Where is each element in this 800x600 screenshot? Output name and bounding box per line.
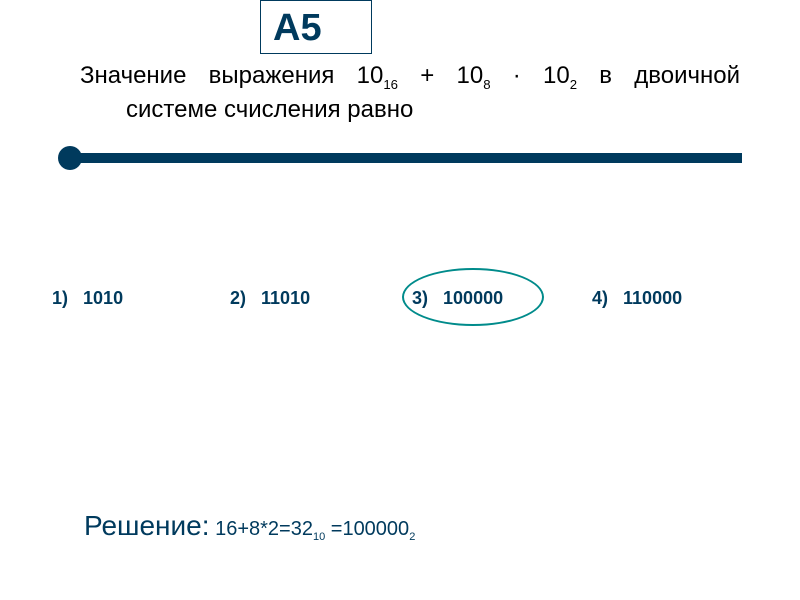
q-sub-2: 8 xyxy=(483,77,490,92)
q-text-d: в двоичной xyxy=(577,62,740,89)
q-sub-1: 16 xyxy=(383,77,398,92)
section-divider xyxy=(58,146,742,170)
question-line-2: системе счисления равно xyxy=(80,94,740,126)
option-2-num: 2) xyxy=(230,288,246,308)
q-text-c: · 10 xyxy=(491,62,570,89)
correct-answer-circle-icon xyxy=(402,268,544,326)
option-2-value: 11010 xyxy=(261,288,310,308)
option-1-num: 1) xyxy=(52,288,68,308)
solution-text: Решение: 16+8*2=3210 =1000002 xyxy=(84,510,415,543)
q-text-a: Значение выражения 10 xyxy=(80,62,383,89)
solution-expr-a: 16+8*2=32 xyxy=(210,518,313,540)
option-4: 4) 110000 xyxy=(592,288,682,309)
divider-bar xyxy=(70,153,742,163)
solution-sub-1: 10 xyxy=(313,531,325,543)
option-4-num: 4) xyxy=(592,288,608,308)
option-1-value: 1010 xyxy=(83,288,123,308)
solution-expr-b: =100000 xyxy=(325,518,409,540)
question-text: Значение выражения 1016 + 108 · 102 в дв… xyxy=(80,60,740,126)
q-text-b: + 10 xyxy=(398,62,483,89)
solution-sub-2: 2 xyxy=(409,531,415,543)
slide: А5 Значение выражения 1016 + 108 · 102 в… xyxy=(0,0,800,600)
option-2: 2) 11010 xyxy=(230,288,310,309)
q-sub-3: 2 xyxy=(570,77,577,92)
option-4-value: 110000 xyxy=(623,288,682,308)
option-1: 1) 1010 xyxy=(52,288,123,309)
question-badge: А5 xyxy=(260,0,372,54)
question-line-1: Значение выражения 1016 + 108 · 102 в дв… xyxy=(80,60,740,94)
solution-label: Решение: xyxy=(84,510,210,541)
